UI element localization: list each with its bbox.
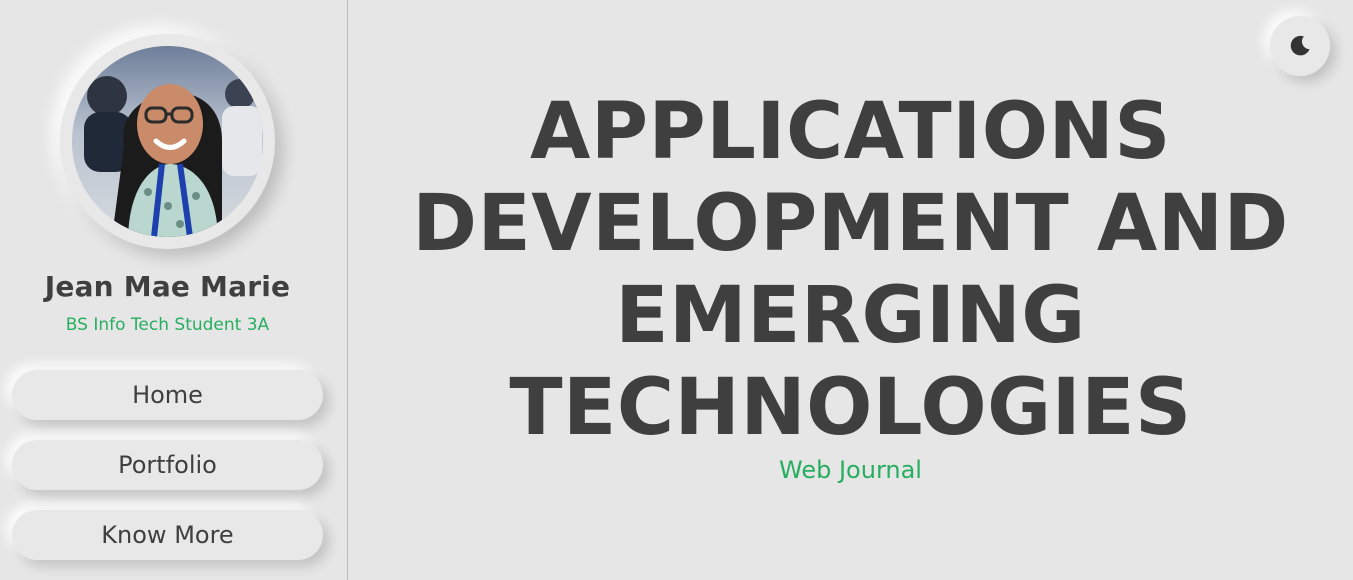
hero-title-line: TECHNOLOGIES [509,363,1192,453]
page: Jean Mae Marie BS Info Tech Student 3A H… [0,0,1353,580]
avatar-ring [60,34,275,249]
profile-photo-icon [72,46,263,237]
hero-title: APPLICATIONS DEVELOPMENT AND EMERGING TE… [348,86,1353,454]
hero-title-line: APPLICATIONS [530,87,1171,177]
sidebar: Jean Mae Marie BS Info Tech Student 3A H… [0,0,348,580]
hero-title-line: EMERGING [615,271,1086,361]
sidebar-nav: Home Portfolio Know More [12,370,323,580]
avatar [72,46,263,237]
profile-name: Jean Mae Marie [44,270,291,303]
nav-home-button[interactable]: Home [12,370,323,420]
hero-subtitle: Web Journal [779,456,922,484]
theme-toggle-button[interactable] [1270,16,1330,76]
nav-portfolio-button[interactable]: Portfolio [12,440,323,490]
nav-know-more-button[interactable]: Know More [12,510,323,560]
profile-subtitle: BS Info Tech Student 3A [65,315,270,335]
hero-title-line: DEVELOPMENT AND [412,179,1289,269]
moon-icon [1290,35,1310,56]
